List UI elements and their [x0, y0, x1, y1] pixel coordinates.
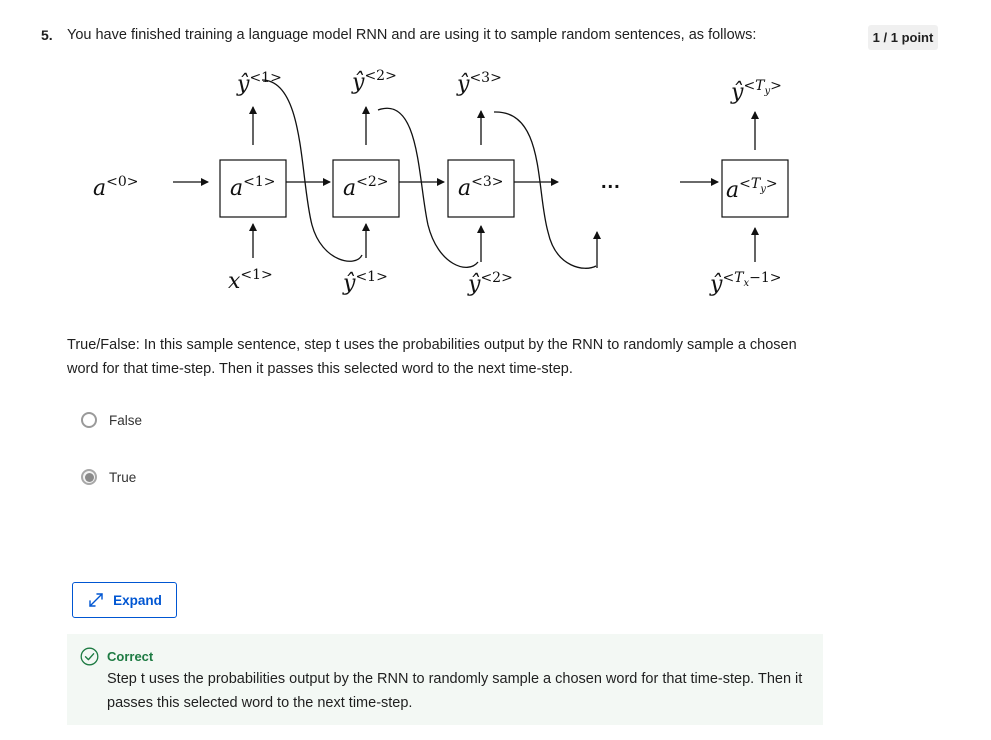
question-statement: True/False: In this sample sentence, ste…: [67, 337, 797, 377]
rnn-sampling-diagram: a<0> a<1> a<2> a<3> a<Ty> ŷ<1> ŷ<2> ŷ<3>…: [93, 68, 789, 297]
feedback-loop-1: [261, 79, 363, 262]
input-label-2: ŷ<1>: [342, 269, 388, 296]
output-label-3: ŷ<3>: [456, 70, 502, 97]
expand-button[interactable]: Expand: [72, 582, 177, 618]
output-label-ty: ŷ<Ty>: [730, 78, 782, 105]
radio-true-dot: [84, 472, 94, 482]
feedback-explanation: Step t uses the probabilities output by …: [107, 671, 803, 711]
feedback-loop-3: [493, 111, 597, 269]
option-false[interactable]: False: [81, 412, 142, 428]
activation-label-3: a<3>: [458, 174, 504, 201]
feedback-status: Correct: [107, 649, 154, 664]
input-label-3: ŷ<2>: [467, 270, 513, 297]
feedback-panel: Correct Step t uses the probabilities ou…: [67, 634, 823, 725]
input-label-tx: ŷ<Tx−1>: [709, 270, 782, 297]
input-label-1: x<1>: [228, 267, 273, 294]
option-false-label: False: [109, 412, 143, 428]
option-true-label: True: [109, 469, 137, 485]
expand-button-label: Expand: [113, 592, 162, 608]
radio-true[interactable]: [81, 469, 97, 485]
ellipsis: ...: [601, 171, 621, 193]
check-circle-icon: [80, 647, 99, 666]
output-label-2: ŷ<2>: [351, 68, 397, 95]
expand-arrows-icon: [89, 593, 103, 607]
radio-false[interactable]: [81, 412, 97, 428]
option-true[interactable]: True: [81, 469, 136, 485]
activation-label-ty: a<Ty>: [726, 176, 778, 203]
activation-label-1: a<1>: [230, 174, 276, 201]
activation-label-0: a<0>: [93, 174, 139, 201]
activation-label-2: a<2>: [343, 174, 389, 201]
